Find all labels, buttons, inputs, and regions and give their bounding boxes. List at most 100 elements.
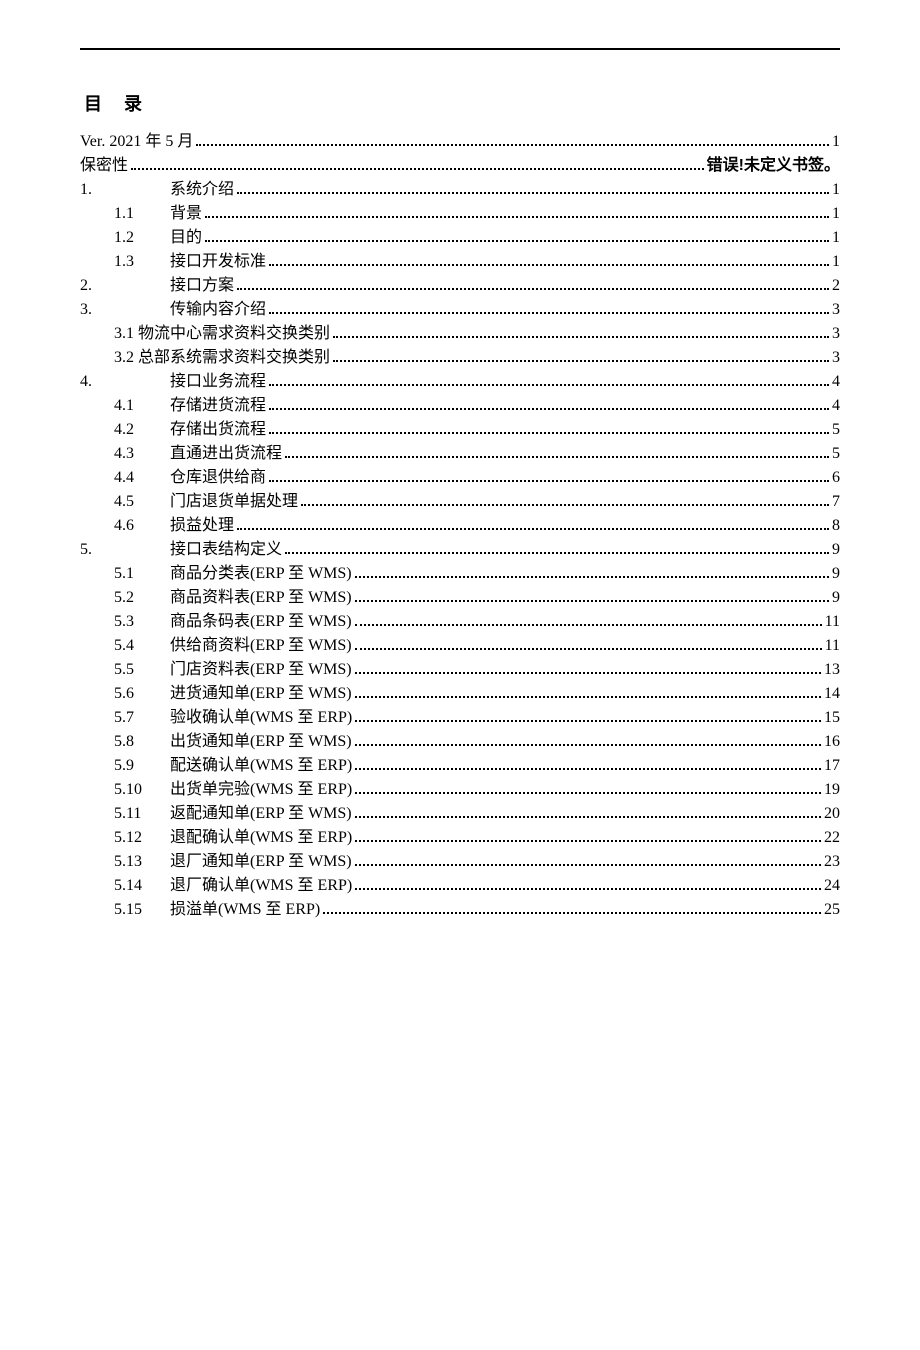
toc-entry-page: 15 [824,706,840,730]
toc-entry-section: 5. [80,538,114,562]
toc-entry-subsection: 4.2 [114,418,170,442]
toc-leader-dots [333,325,829,338]
toc-entry-label: 接口业务流程 [170,370,266,394]
toc-entry[interactable]: 5.12退配确认单(WMS 至 ERP)22 [80,826,840,850]
toc-entry-label: 背景 [170,202,202,226]
toc-entry[interactable]: 1.2目的1 [80,226,840,250]
toc-entry[interactable]: 5.7验收确认单(WMS 至 ERP)15 [80,706,840,730]
toc-entry-label: 存储进货流程 [170,394,266,418]
toc-entry-page: 9 [832,586,840,610]
toc-leader-dots [355,637,822,650]
toc-entry-page: 1 [832,202,840,226]
toc-entry-label: 配送确认单(WMS 至 ERP) [170,754,352,778]
toc-leader-dots [237,517,829,530]
toc-entry-page: 5 [832,418,840,442]
toc-leader-dots [355,829,821,842]
toc-entry[interactable]: 4.接口业务流程4 [80,370,840,394]
toc-leader-dots [131,157,704,170]
toc-entry[interactable]: 5.8出货通知单(ERP 至 WMS)16 [80,730,840,754]
toc-entry[interactable]: 5.接口表结构定义9 [80,538,840,562]
toc-entry-subsection: 4.5 [114,490,170,514]
toc-leader-dots [355,805,821,818]
toc-leader-dots [301,493,829,506]
toc-entry-page: 13 [824,658,840,682]
toc-entry-page: 1 [832,130,840,154]
toc-entry-page: 11 [825,610,840,634]
toc-entry[interactable]: 5.2商品资料表(ERP 至 WMS)9 [80,586,840,610]
toc-entry-label: 接口方案 [170,274,234,298]
toc-entry[interactable]: 4.3直通进出货流程5 [80,442,840,466]
toc-entry-label: 门店资料表(ERP 至 WMS) [170,658,352,682]
toc-entry[interactable]: 5.1商品分类表(ERP 至 WMS) 9 [80,562,840,586]
toc-entry-label: 3.1 物流中心需求资料交换类别 [114,322,330,346]
toc-entry-subsection: 4.6 [114,514,170,538]
toc-leader-dots [237,181,829,194]
toc-entry-page: 14 [824,682,840,706]
toc-entry-page: 2 [832,274,840,298]
toc-entry[interactable]: 5.9配送确认单(WMS 至 ERP)17 [80,754,840,778]
toc-entry-page: 1 [832,178,840,202]
toc-entry-label: 商品条码表(ERP 至 WMS) [170,610,352,634]
toc-entry[interactable]: 1.1背景1 [80,202,840,226]
toc-entry[interactable]: 5.14退厂确认单(WMS 至 ERP)24 [80,874,840,898]
toc-entry[interactable]: 4.4仓库退供给商6 [80,466,840,490]
toc-entry-subsection: 5.11 [114,802,170,826]
toc-entry[interactable]: 3.2 总部系统需求资料交换类别3 [80,346,840,370]
toc-entry-subsection: 5.15 [114,898,170,922]
toc-leader-dots [269,397,829,410]
toc-entry-subsection: 4.3 [114,442,170,466]
toc-entry-label: 商品资料表(ERP 至 WMS) [170,586,352,610]
toc-leader-dots [355,661,821,674]
toc-entry-subsection: 5.5 [114,658,170,682]
toc-entry-page: 23 [824,850,840,874]
toc-leader-dots [269,469,829,482]
toc-entry[interactable]: 4.2存储出货流程5 [80,418,840,442]
toc-entry-label: 出货单完验(WMS 至 ERP) [170,778,352,802]
toc-entry-subsection: 5.1 [114,562,170,586]
toc-leader-dots [196,133,829,146]
toc-entry[interactable]: 5.10出货单完验(WMS 至 ERP)19 [80,778,840,802]
toc-entry-label: 进货通知单(ERP 至 WMS) [170,682,352,706]
toc-entry[interactable]: 5.13退厂通知单(ERP 至 WMS)23 [80,850,840,874]
toc-entry-page: 19 [824,778,840,802]
toc-entry[interactable]: 5.4供给商资料(ERP 至 WMS)11 [80,634,840,658]
toc-entry-subsection: 4.4 [114,466,170,490]
toc-entry-label: 系统介绍 [170,178,234,202]
toc-entry-label: 商品分类表(ERP 至 WMS) [170,562,352,586]
toc-entry[interactable]: 5.11返配通知单(ERP 至 WMS)20 [80,802,840,826]
toc-entry-subsection: 4.1 [114,394,170,418]
toc-leader-dots [333,349,829,362]
toc-entry[interactable]: 4.6损益处理8 [80,514,840,538]
toc-heading: 目录 [84,90,840,116]
toc-entry[interactable]: 5.15损溢单(WMS 至 ERP)25 [80,898,840,922]
toc-leader-dots [269,301,829,314]
toc-entry-subsection: 5.8 [114,730,170,754]
toc-entry[interactable]: 3.1 物流中心需求资料交换类别3 [80,322,840,346]
toc-entry[interactable]: 5.3商品条码表(ERP 至 WMS)11 [80,610,840,634]
toc-entry[interactable]: 1.系统介绍1 [80,178,840,202]
toc-entry-subsection: 5.13 [114,850,170,874]
toc-entry[interactable]: 5.5门店资料表(ERP 至 WMS) 13 [80,658,840,682]
toc-entry-page: 9 [832,562,840,586]
toc-entry-page: 7 [832,490,840,514]
toc-entry-label: 目的 [170,226,202,250]
toc-leader-dots [355,685,821,698]
toc-entry-label: 损益处理 [170,514,234,538]
toc-entry[interactable]: 1.3接口开发标准1 [80,250,840,274]
toc-entry[interactable]: 4.5门店退货单据处理7 [80,490,840,514]
toc-leader-dots [205,229,829,242]
toc-entry[interactable]: 2.接口方案2 [80,274,840,298]
toc-entry-label: 直通进出货流程 [170,442,282,466]
toc-entry-page: 20 [824,802,840,826]
toc-entry[interactable]: 4.1存储进货流程4 [80,394,840,418]
toc-entry-label: 接口开发标准 [170,250,266,274]
toc-entry-subsection: 5.7 [114,706,170,730]
toc-entry-label: 损溢单(WMS 至 ERP) [170,898,320,922]
toc-entry-page: 24 [824,874,840,898]
toc-entry[interactable]: 保密性错误!未定义书签。 [80,154,840,178]
toc-leader-dots [269,421,829,434]
toc-entry[interactable]: Ver. 2021 年 5 月1 [80,130,840,154]
toc-entry[interactable]: 3.传输内容介绍3 [80,298,840,322]
toc-leader-dots [269,253,829,266]
toc-entry[interactable]: 5.6进货通知单(ERP 至 WMS)14 [80,682,840,706]
